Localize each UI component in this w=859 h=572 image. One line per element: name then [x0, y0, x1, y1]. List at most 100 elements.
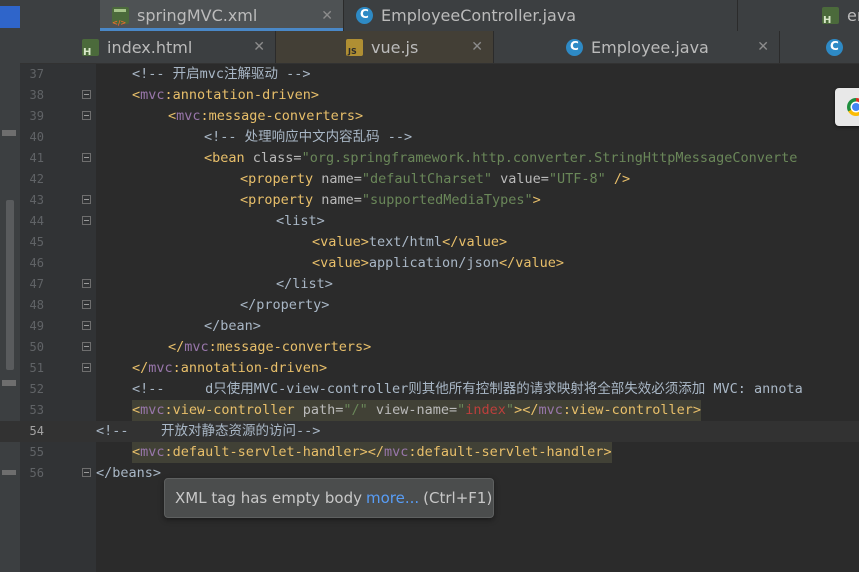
line-number: 47	[29, 277, 44, 291]
code-line: 39 <mvc:message-converters>	[0, 106, 859, 127]
fold-toggle-icon[interactable]	[82, 321, 91, 330]
comment: <!-- 处理响应中文内容乱码 -->	[204, 129, 413, 145]
fold-toggle-icon[interactable]	[82, 195, 91, 204]
tab-springmvc-xml[interactable]: springMVC.xml ✕	[100, 0, 344, 31]
html-file-icon	[822, 7, 839, 26]
html-file-icon	[82, 38, 99, 58]
selected-marker	[0, 6, 20, 28]
tab-label: index.html	[107, 37, 193, 57]
code-line: 46 <value>application/json</value>	[0, 253, 859, 274]
close-tab-icon[interactable]: ✕	[471, 39, 483, 55]
line-number: 52	[29, 382, 44, 396]
line-number: 56	[29, 466, 44, 480]
xml-tag: </property>	[240, 297, 330, 313]
comment: <!-- 开放对静态资源的访问-->	[96, 423, 321, 439]
xml-tag: </mvc:message-converters>	[168, 339, 372, 355]
line-number: 46	[29, 256, 44, 270]
close-tab-icon[interactable]: ✕	[757, 39, 769, 55]
xml-tag: </mvc:annotation-driven>	[132, 360, 328, 376]
fold-toggle-icon[interactable]	[82, 300, 91, 309]
code-line: 42 <property name="defaultCharset" value…	[0, 169, 859, 190]
fold-toggle-icon[interactable]	[82, 153, 91, 162]
tooltip-more-link[interactable]: more...	[366, 489, 419, 507]
line-number: 38	[29, 88, 44, 102]
code-line: 43 <property name="supportedMediaTypes">	[0, 190, 859, 211]
js-file-icon	[346, 38, 363, 56]
line-number: 42	[29, 172, 44, 186]
code-line: 47 </list>	[0, 274, 859, 295]
tab-label: springMVC.xml	[137, 6, 258, 25]
java-class-icon	[826, 38, 843, 56]
line-number: 48	[29, 298, 44, 312]
xml-tag: </beans>	[96, 465, 162, 481]
fold-toggle-icon[interactable]	[82, 468, 91, 477]
tab-employeecontroller-java[interactable]: EmployeeController.java	[344, 0, 738, 31]
line-number: 39	[29, 109, 44, 123]
tab-label: en	[847, 6, 859, 25]
xml-tag: <property name="supportedMediaTypes">	[240, 192, 541, 208]
fold-toggle-icon[interactable]	[82, 90, 91, 99]
code-line: 49 </bean>	[0, 316, 859, 337]
tooltip-shortcut: (Ctrl+F1)	[423, 489, 493, 507]
code-line: 41 <bean class="org.springframework.http…	[0, 148, 859, 169]
fold-toggle-icon[interactable]	[82, 111, 91, 120]
tab-employee-java[interactable]: Employee.java ✕	[494, 31, 780, 63]
line-number: 49	[29, 319, 44, 333]
code-line: 53 <mvc:view-controller path="/" view-na…	[0, 400, 859, 421]
xml-tag: <mvc:message-converters>	[168, 108, 364, 124]
code-line: 48 </property>	[0, 295, 859, 316]
line-number: 53	[29, 403, 44, 417]
comment: <!-- d只使用MVC-view-controller则其他所有控制器的请求映…	[132, 381, 803, 397]
code-line: 37 <!-- 开启mvc注解驱动 -->	[0, 64, 859, 85]
tooltip-message: XML tag has empty body	[175, 489, 362, 507]
line-number: 44	[29, 214, 44, 228]
close-tab-icon[interactable]: ✕	[321, 8, 333, 24]
xml-tag: <value>application/json</value>	[312, 255, 564, 271]
xml-tag: <list>	[276, 213, 325, 229]
xml-file-icon	[112, 7, 129, 27]
comment: <!-- 开启mvc注解驱动 -->	[132, 66, 311, 82]
line-number: 55	[29, 445, 44, 459]
code-line: 38 <mvc:annotation-driven>	[0, 85, 859, 106]
code-line: 44 <list>	[0, 211, 859, 232]
java-class-icon	[566, 38, 583, 56]
editor-tabs-row-2: index.html ✕ vue.js ✕ Employee.java ✕	[20, 31, 859, 64]
line-number: 37	[29, 67, 44, 81]
editor-tabs-row-1: springMVC.xml ✕ EmployeeController.java …	[20, 0, 859, 32]
tab-overflow[interactable]	[780, 31, 859, 63]
tab-label: vue.js	[371, 37, 419, 57]
tab-label: Employee.java	[591, 37, 709, 57]
code-line-current: 54 <!-- 开放对静态资源的访问-->	[0, 421, 859, 442]
code-line: 45 <value>text/html</value>	[0, 232, 859, 253]
xml-tag: <mvc:default-servlet-handler></mvc:defau…	[132, 442, 612, 463]
xml-tag: <property name="defaultCharset" value="U…	[240, 171, 631, 187]
line-number: 50	[29, 340, 44, 354]
xml-tag: <bean class="org.springframework.http.co…	[204, 150, 798, 166]
code-line: 55 <mvc:default-servlet-handler></mvc:de…	[0, 442, 859, 463]
code-line: 52 <!-- d只使用MVC-view-controller则其他所有控制器的…	[0, 379, 859, 400]
tab-en[interactable]: en	[738, 0, 859, 31]
java-class-icon	[356, 7, 373, 24]
inspection-tooltip: XML tag has empty body more... (Ctrl+F1)	[164, 478, 494, 518]
xml-tag: </bean>	[204, 318, 261, 334]
line-number: 45	[29, 235, 44, 249]
line-number: 41	[29, 151, 44, 165]
line-number: 40	[29, 130, 44, 144]
fold-toggle-icon[interactable]	[82, 216, 91, 225]
open-in-chrome-button[interactable]	[835, 88, 859, 126]
fold-toggle-icon[interactable]	[82, 342, 91, 351]
line-number: 43	[29, 193, 44, 207]
fold-toggle-icon[interactable]	[82, 363, 91, 372]
code-line: 40 <!-- 处理响应中文内容乱码 -->	[0, 127, 859, 148]
code-line: 51 </mvc:annotation-driven>	[0, 358, 859, 379]
chrome-icon	[847, 98, 859, 116]
xml-tag: <mvc:annotation-driven>	[132, 87, 319, 103]
tab-vue-js[interactable]: vue.js ✕	[276, 31, 494, 63]
line-number: 51	[29, 361, 44, 375]
xml-tag: <mvc:view-controller path="/" view-name=…	[132, 400, 702, 421]
close-tab-icon[interactable]: ✕	[253, 39, 265, 55]
fold-toggle-icon[interactable]	[82, 279, 91, 288]
xml-tag: <value>text/html</value>	[312, 234, 508, 250]
line-number: 54	[29, 424, 44, 438]
tab-index-html[interactable]: index.html ✕	[70, 31, 276, 63]
